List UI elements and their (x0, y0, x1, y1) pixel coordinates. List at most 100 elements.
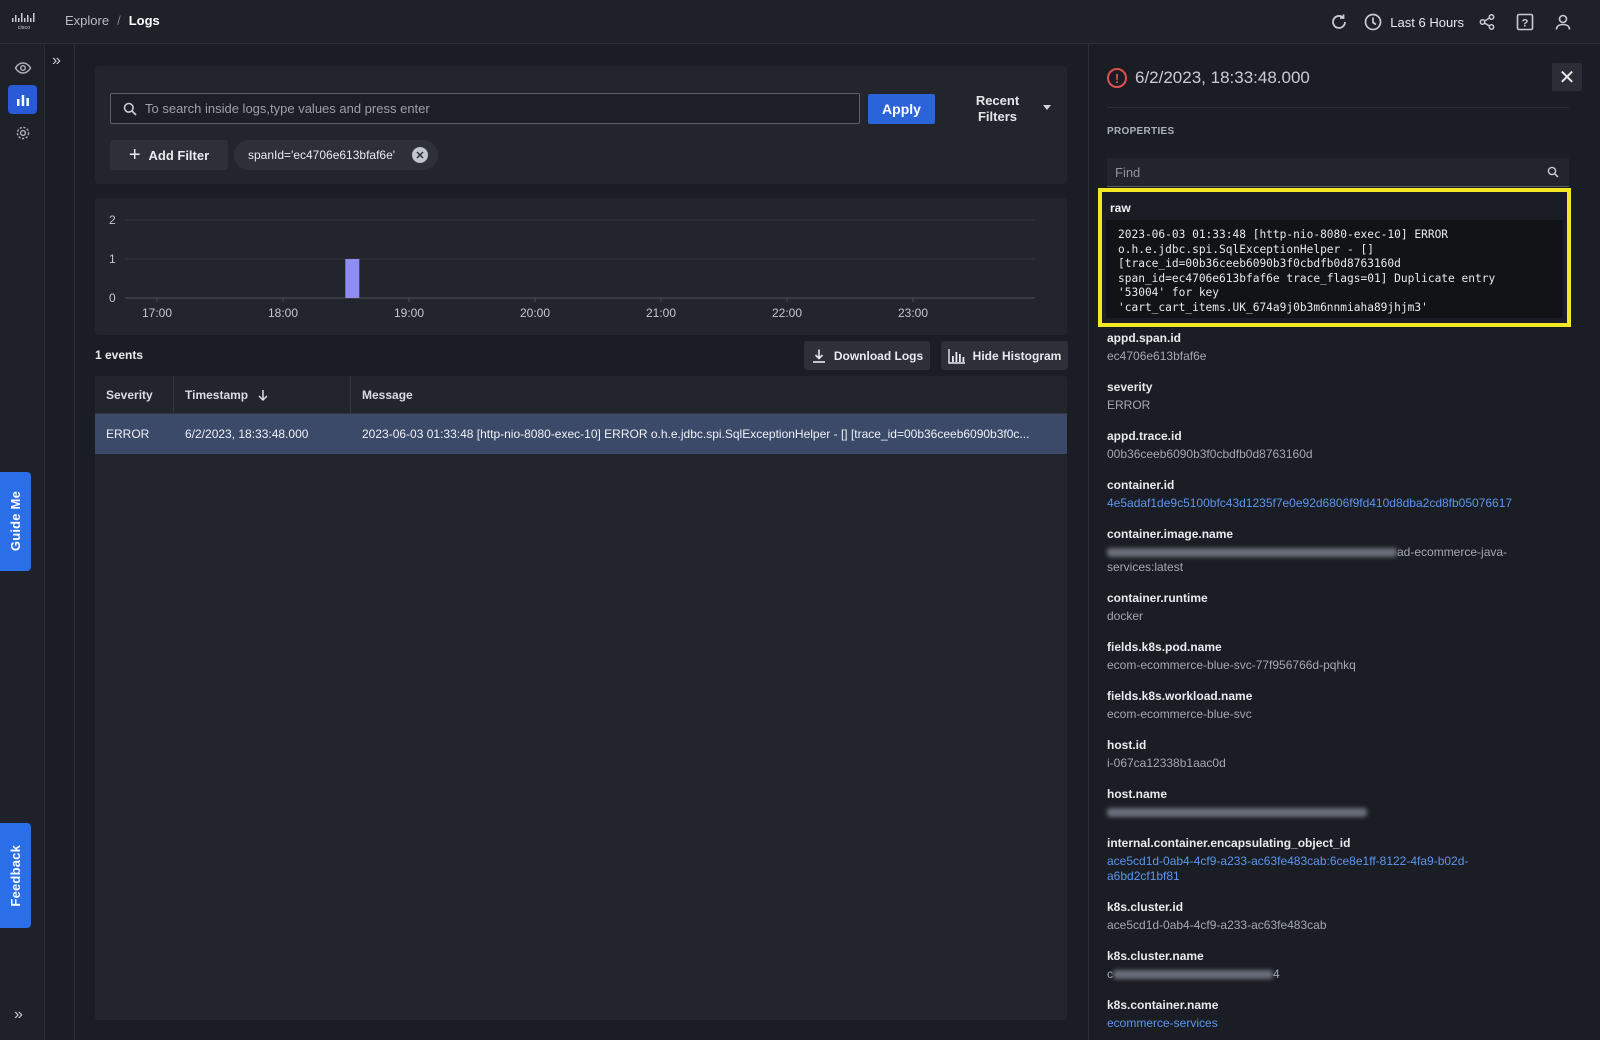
prop-value-line2: a6bd2cf1bf81 (1107, 869, 1180, 883)
prop-container-runtime: container.runtime docker (1107, 591, 1577, 624)
help-icon[interactable]: ? (1508, 5, 1542, 39)
raw-highlight: raw 2023-06-03 01:33:48 [http-nio-8080-e… (1098, 188, 1571, 327)
filter-chip[interactable]: spanId='ec4706e613bfaf6e' ✕ (234, 140, 438, 170)
prop-key: container.runtime (1107, 591, 1208, 605)
timestamp-header: Timestamp (185, 388, 249, 402)
top-bar: cisco Explore / Logs Last 6 Hours ? (0, 0, 1600, 44)
expand-panel-icon[interactable]: » (52, 52, 61, 70)
prop-key: k8s.container.name (1107, 998, 1219, 1012)
breadcrumb-logs: Logs (128, 13, 160, 28)
search-input[interactable]: To search inside logs,type values and pr… (110, 93, 860, 124)
gear-icon[interactable] (8, 118, 37, 147)
share-icon[interactable] (1470, 5, 1504, 39)
breadcrumb-explore[interactable]: Explore (65, 13, 109, 28)
clock-icon[interactable] (1356, 5, 1390, 39)
search-icon (123, 102, 137, 116)
histogram-bar[interactable] (345, 259, 360, 298)
prop-value-suffix: 4 (1273, 967, 1280, 981)
eye-icon[interactable] (8, 53, 37, 82)
redacted-text (1107, 548, 1397, 558)
prop-value: ace5cd1d-0ab4-4cf9-a233-ac63fe483cab:6ce… (1107, 854, 1469, 868)
apply-button[interactable]: Apply (868, 94, 935, 124)
prop-key: internal.container.encapsulating_object_… (1107, 836, 1351, 850)
raw-line: [trace_id=00b36ceeb6090b3f0cbdfb0d876316… (1118, 257, 1401, 270)
hide-histogram-button[interactable]: Hide Histogram (941, 341, 1068, 370)
find-input[interactable]: Find (1107, 158, 1569, 187)
recent-filters-button[interactable]: Recent Filters (975, 93, 1020, 125)
x-tick-label: 22:00 (772, 306, 802, 320)
x-tick-label: 19:00 (394, 306, 424, 320)
prop-value: ace5cd1d-0ab4-4cf9-a233-ac63fe483cab (1107, 918, 1327, 932)
severity-header: Severity (106, 388, 153, 402)
sort-down-icon[interactable] (257, 389, 269, 402)
guide-me-tab[interactable]: Guide Me (0, 472, 31, 571)
svg-text:cisco: cisco (18, 25, 31, 30)
download-logs-button[interactable]: Download Logs (804, 341, 930, 370)
add-filter-label: Add Filter (148, 147, 210, 163)
breadcrumb-separator: / (117, 13, 121, 28)
table-header: Severity Timestamp Message (95, 376, 1067, 414)
raw-line: 2023-06-03 01:33:48 [http-nio-8080-exec-… (1118, 228, 1449, 241)
row-timestamp: 6/2/2023, 18:33:48.000 (185, 427, 309, 441)
caret-down-icon[interactable] (1043, 105, 1051, 110)
x-tick-label: 18:00 (268, 306, 298, 320)
feedback-tab[interactable]: Feedback (0, 823, 31, 928)
prop-value-link[interactable]: 4e5adaf1de9c5100bfc43d1235f7e0e92d6806f9… (1107, 496, 1577, 511)
breadcrumb: Explore / Logs (65, 13, 160, 28)
x-tick-label: 20:00 (520, 306, 550, 320)
row-severity: ERROR (106, 427, 150, 441)
hide-histogram-label: Hide Histogram (972, 348, 1062, 363)
y-tick-label: 2 (109, 213, 116, 227)
table-row[interactable]: ERROR 6/2/2023, 18:33:48.000 2023-06-03 … (95, 414, 1067, 454)
prop-value-link[interactable]: ace5cd1d-0ab4-4cf9-a233-ac63fe483cab:6ce… (1107, 854, 1577, 884)
prop-value (1107, 805, 1577, 820)
prop-key: container.image.name (1107, 527, 1234, 541)
plus-icon: + (128, 144, 141, 166)
x-tick-label: 21:00 (646, 306, 676, 320)
top-bar-actions: Last 6 Hours ? (1322, 0, 1600, 44)
prop-key: fields.k8s.pod.name (1107, 640, 1222, 654)
svg-text:?: ? (1522, 18, 1529, 30)
detail-header: ! 6/2/2023, 18:33:48.000 (1107, 68, 1310, 88)
y-tick-label: 0 (109, 291, 116, 305)
prop-value: ec4706e613bfaf6e (1107, 349, 1207, 363)
event-count: 1 events (95, 348, 144, 362)
expand-rail-icon[interactable]: » (14, 1006, 23, 1024)
prop-k8s-workload-name: fields.k8s.workload.name ecom-ecommerce-… (1107, 689, 1577, 722)
raw-line: '53004' for key (1118, 286, 1220, 299)
col-message[interactable]: Message (351, 376, 1067, 414)
close-icon[interactable]: ✕ (1552, 63, 1582, 91)
prop-key: k8s.cluster.id (1107, 900, 1184, 914)
find-placeholder: Find (1115, 164, 1141, 180)
prop-value: i-067ca12338b1aac0d (1107, 756, 1226, 770)
add-filter-button[interactable]: + Add Filter (110, 140, 228, 170)
col-timestamp[interactable]: Timestamp (174, 376, 351, 414)
download-icon (812, 349, 825, 363)
x-tick-label: 17:00 (142, 306, 172, 320)
refresh-icon[interactable] (1322, 5, 1356, 39)
properties-label: PROPERTIES (1107, 126, 1175, 137)
download-logs-label: Download Logs (833, 348, 924, 363)
prop-value-link[interactable]: ecommerce-services (1107, 1016, 1577, 1031)
message-header: Message (362, 388, 413, 402)
prop-value: 00b36ceeb6090b3f0cbdfb0d8763160d (1107, 447, 1313, 461)
prop-key: severity (1107, 380, 1153, 394)
logs-table: Severity Timestamp Message ERROR 6/2/202… (95, 376, 1067, 1020)
time-range-selector[interactable]: Last 6 Hours (1390, 15, 1464, 30)
prop-container-image-name: container.image.name ad-ecommerce-java-s… (1107, 527, 1577, 575)
prop-value: ad-ecommerce-java-services:latest (1107, 545, 1577, 575)
raw-log-text: 2023-06-03 01:33:48 [http-nio-8080-exec-… (1106, 220, 1563, 318)
cisco-logo[interactable]: cisco (10, 12, 38, 30)
histogram-chart: 0 1 2 17:00 18:00 19:00 20:00 21:00 22:00 23:00 (109, 213, 1035, 320)
feedback-label: Feedback (8, 844, 23, 907)
left-rail: Guide Me Feedback » (0, 44, 45, 1040)
col-severity[interactable]: Severity (95, 376, 174, 414)
prop-key: fields.k8s.workload.name (1107, 689, 1253, 703)
user-icon[interactable] (1546, 5, 1580, 39)
divider (1107, 107, 1569, 108)
prop-key: host.name (1107, 787, 1168, 801)
remove-filter-icon[interactable]: ✕ (412, 147, 428, 163)
bar-chart-icon[interactable] (8, 85, 37, 114)
prop-appd-span-id: appd.span.id ec4706e613bfaf6e (1107, 331, 1577, 364)
prop-key: host.id (1107, 738, 1147, 752)
